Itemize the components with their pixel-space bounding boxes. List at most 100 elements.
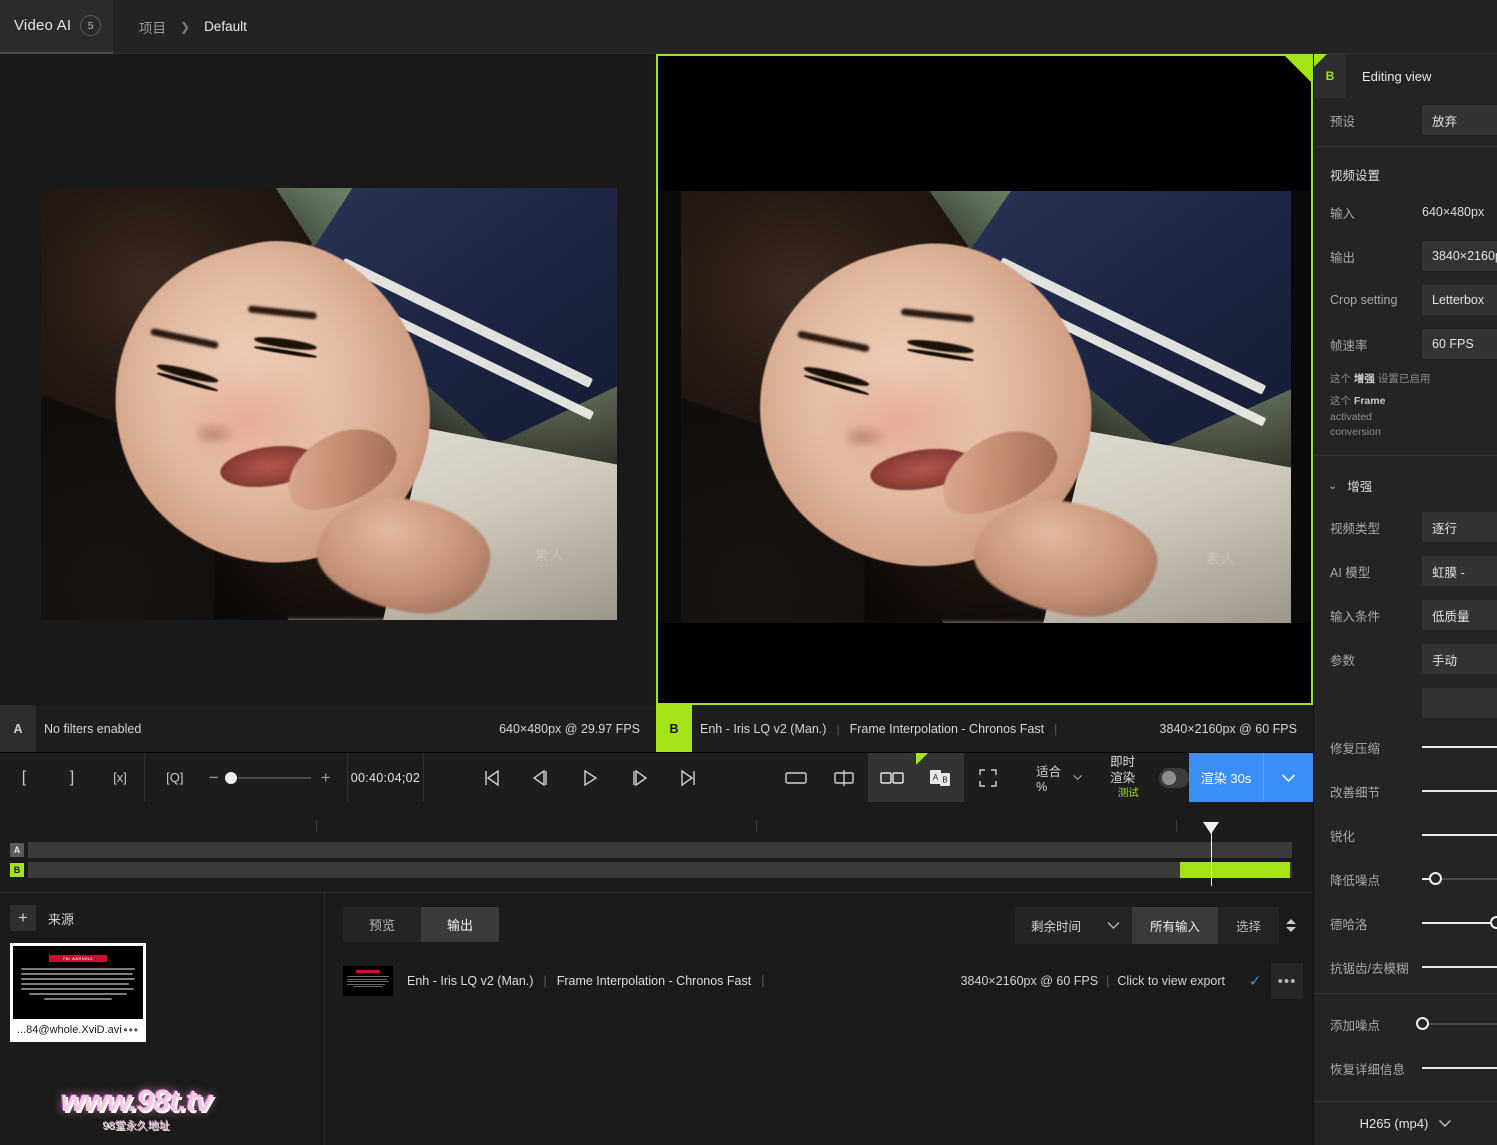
pane-tag-a: A bbox=[0, 705, 36, 752]
export-row[interactable]: Enh - Iris LQ v2 (Man.) | Frame Interpol… bbox=[325, 962, 1313, 1000]
app-root: Video AI 5 项目 ❯ Default 素人 素人 A No filte… bbox=[0, 0, 1497, 1145]
note2-line2: activated bbox=[1330, 410, 1373, 423]
source-more-icon[interactable]: ••• bbox=[123, 1023, 139, 1037]
single-view-icon[interactable] bbox=[772, 753, 820, 803]
brand-badge: 5 bbox=[80, 15, 102, 36]
breadcrumb-project[interactable]: 项目 bbox=[139, 17, 166, 37]
split-view-icon[interactable] bbox=[820, 753, 868, 803]
brand-tab[interactable]: Video AI 5 bbox=[0, 0, 113, 54]
last-frame-icon[interactable] bbox=[664, 753, 712, 803]
slider-control[interactable] bbox=[1422, 784, 1497, 798]
playback-controls bbox=[424, 753, 712, 803]
slider-row: 德哈洛 bbox=[1314, 901, 1497, 945]
side-by-side-icon[interactable] bbox=[868, 752, 917, 803]
timeline-ruler bbox=[28, 820, 1292, 836]
timeline-playhead[interactable] bbox=[1203, 822, 1219, 886]
slider-control[interactable] bbox=[1422, 1061, 1497, 1075]
slider-control[interactable] bbox=[1422, 872, 1497, 886]
pane-status-bars: A No filters enabled 640×480px @ 29.97 F… bbox=[0, 705, 1313, 752]
slider-control[interactable] bbox=[1422, 916, 1497, 930]
watermark-main-text: www.98t.tv bbox=[60, 1083, 213, 1118]
timeline-track-b[interactable] bbox=[28, 862, 1292, 878]
prev-frame-icon[interactable] bbox=[517, 753, 565, 803]
video-type-value[interactable]: 逐行 bbox=[1422, 512, 1497, 542]
fullscreen-icon[interactable] bbox=[964, 753, 1012, 803]
slider-label: 改善细节 bbox=[1330, 785, 1381, 800]
slider-control[interactable] bbox=[1422, 828, 1497, 842]
export-more-icon[interactable]: ••• bbox=[1271, 963, 1303, 999]
zoom-fit-icon[interactable]: [Q] bbox=[151, 753, 199, 803]
preview-pane-a[interactable]: 素人 bbox=[0, 54, 656, 705]
first-frame-icon[interactable] bbox=[468, 753, 516, 803]
ai-model-value[interactable]: 虹膜 - bbox=[1422, 556, 1497, 586]
slider-control[interactable] bbox=[1416, 1017, 1497, 1031]
zoom-in-button[interactable]: + bbox=[311, 768, 341, 788]
sidebar-tab-editing-view[interactable]: Editing view bbox=[1346, 54, 1431, 98]
slider-control[interactable] bbox=[1422, 740, 1497, 754]
ab-compare-icon[interactable]: AB bbox=[916, 752, 965, 803]
chevron-down-icon bbox=[1282, 773, 1296, 782]
source-item-card[interactable]: FBI WARNING ...84@whole.XviD.avi ••• bbox=[10, 943, 146, 1042]
export-row-sep1: | bbox=[543, 974, 547, 988]
enhance-section-toggle[interactable]: ⌄ 增强 bbox=[1314, 460, 1497, 505]
params-extra-value[interactable] bbox=[1422, 688, 1497, 718]
timecode-display[interactable]: 00:40:04;02 bbox=[348, 771, 424, 785]
realtime-render-toggle[interactable] bbox=[1158, 767, 1190, 788]
zoom-slider-knob[interactable] bbox=[224, 771, 237, 784]
clear-marks-icon[interactable]: [x] bbox=[96, 753, 144, 803]
play-icon[interactable] bbox=[566, 753, 614, 803]
add-source-button[interactable]: + bbox=[10, 905, 36, 931]
status-a-filters: No filters enabled bbox=[44, 721, 142, 736]
slider-knob[interactable] bbox=[1416, 1017, 1429, 1030]
zoom-slider[interactable] bbox=[224, 771, 311, 784]
breadcrumb-current[interactable]: Default bbox=[204, 19, 247, 34]
output-label: 输出 bbox=[1330, 250, 1356, 265]
output-value[interactable]: 3840×2160px bbox=[1422, 241, 1497, 271]
tab-output[interactable]: 输出 bbox=[421, 907, 500, 942]
slider-knob[interactable] bbox=[1489, 916, 1497, 929]
mark-group: [ ] [x] bbox=[0, 753, 144, 803]
filter-select[interactable]: 选择 bbox=[1217, 907, 1279, 944]
sidebar-tag-b[interactable]: B bbox=[1314, 54, 1346, 98]
slider-label: 抗锯齿/去模糊 bbox=[1330, 961, 1409, 976]
slider-control[interactable] bbox=[1422, 960, 1497, 974]
fit-zoom-select[interactable]: 适合 % bbox=[1012, 761, 1082, 794]
brand-name: Video AI bbox=[14, 17, 72, 34]
input-condition-row: 输入条件 低质量 bbox=[1314, 593, 1497, 637]
fbi-warning-label: FBI WARNING bbox=[63, 956, 93, 961]
tab-preview[interactable]: 预览 bbox=[343, 907, 422, 942]
preview-pane-b[interactable]: 素人 bbox=[656, 54, 1313, 705]
export-row-filter1: Enh - Iris LQ v2 (Man.) bbox=[407, 974, 534, 988]
input-condition-value[interactable]: 低质量 bbox=[1422, 600, 1497, 630]
render-button[interactable]: 渲染 30s bbox=[1189, 752, 1264, 803]
filter-all-inputs[interactable]: 所有输入 bbox=[1131, 907, 1218, 944]
crop-value[interactable]: Letterbox bbox=[1422, 285, 1497, 315]
status-bar-b: B Enh - Iris LQ v2 (Man.) | Frame Interp… bbox=[656, 705, 1313, 752]
next-frame-icon[interactable] bbox=[615, 753, 663, 803]
preset-value[interactable]: 放弃 bbox=[1422, 105, 1497, 135]
chevron-down-icon bbox=[1107, 922, 1120, 929]
pane-tag-b: B bbox=[656, 705, 692, 752]
mark-out-icon[interactable]: ] bbox=[48, 753, 96, 803]
codec-selector[interactable]: H265 (mp4) bbox=[1314, 1101, 1497, 1145]
remaining-time-dropdown[interactable]: 剩余时间 bbox=[1014, 907, 1132, 944]
fps-value[interactable]: 60 FPS bbox=[1422, 329, 1497, 359]
export-panel: 预览 输出 剩余时间 所有输入 选择 Enh - Iris LQ v2 (Man… bbox=[325, 892, 1313, 1145]
settings-sidebar: B Editing view 预设 放弃 视频设置 输入 640×480px 输… bbox=[1313, 54, 1497, 1145]
export-check-icon[interactable]: ✓ bbox=[1239, 963, 1271, 999]
enhance-sliders: 修复压缩 改善细节 锐化 降低噪点 德哈洛 抗锯齿/去模糊 添加噪点 恢复详细信息 bbox=[1314, 725, 1497, 1090]
timeline-track-a[interactable] bbox=[28, 842, 1292, 858]
sort-toggle-icon[interactable] bbox=[1279, 908, 1303, 944]
chevron-down-icon bbox=[1073, 774, 1082, 781]
note1-suffix: 设置已启用 bbox=[1374, 373, 1431, 385]
remaining-time-label: 剩余时间 bbox=[1030, 920, 1081, 934]
video-type-label: 视频类型 bbox=[1330, 521, 1381, 536]
view-export-link[interactable]: Click to view export bbox=[1117, 974, 1225, 988]
params-value[interactable]: 手动 bbox=[1422, 644, 1497, 674]
mark-in-icon[interactable]: [ bbox=[0, 753, 48, 803]
crop-row: Crop setting Letterbox bbox=[1314, 278, 1497, 322]
slider-knob[interactable] bbox=[1428, 872, 1442, 885]
render-dropdown-button[interactable] bbox=[1264, 752, 1314, 803]
params-label: 参数 bbox=[1330, 653, 1356, 668]
timeline[interactable]: A B bbox=[0, 802, 1313, 892]
